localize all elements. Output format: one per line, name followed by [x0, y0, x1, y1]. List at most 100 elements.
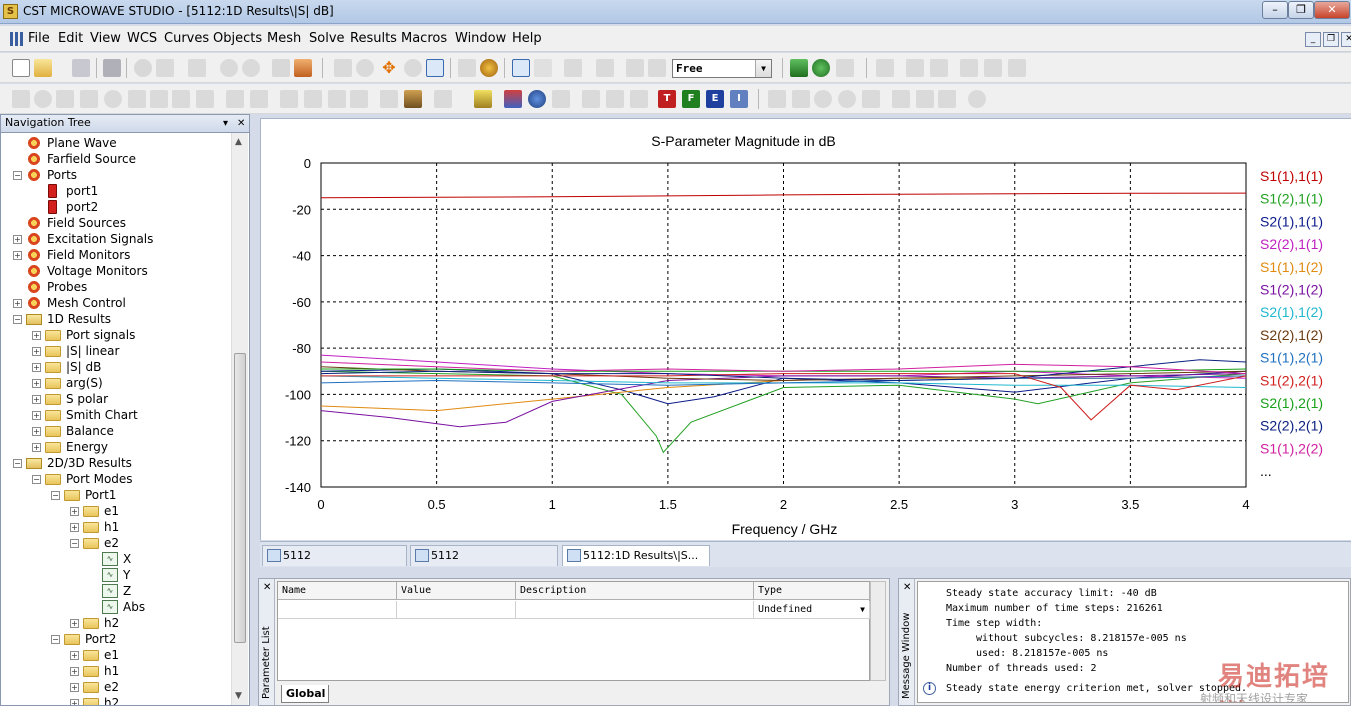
tree-item[interactable]: Voltage Monitors [1, 263, 231, 279]
expand-icon[interactable]: + [70, 507, 79, 516]
print-icon[interactable] [103, 59, 121, 77]
tree-item[interactable]: − Port1 [1, 487, 231, 503]
tab-3d-view[interactable]: 5112 [262, 545, 407, 566]
rotate-icon[interactable] [356, 59, 374, 77]
tab-schematic[interactable]: 5112 [410, 545, 558, 566]
pin-icon[interactable]: ▾ [223, 116, 228, 132]
transform-icon[interactable] [596, 59, 614, 77]
tree-item[interactable]: + h2 [1, 695, 231, 705]
tree-item[interactable]: + Port signals [1, 327, 231, 343]
expand-icon[interactable]: + [32, 411, 41, 420]
cone-icon[interactable] [80, 90, 98, 108]
clear-picks-icon[interactable] [350, 90, 368, 108]
curve-icon[interactable] [876, 59, 894, 77]
circle-icon[interactable] [814, 90, 832, 108]
param-value-cell[interactable] [397, 601, 516, 619]
tree-item[interactable]: − 1D Results [1, 311, 231, 327]
frequency-icon[interactable] [504, 90, 522, 108]
frequency-solver-icon[interactable]: F [682, 90, 700, 108]
boolean-add-icon[interactable] [226, 90, 244, 108]
probe-tool-icon[interactable] [630, 90, 648, 108]
zoom-icon[interactable] [404, 59, 422, 77]
pan-icon[interactable]: ✥ [380, 59, 398, 77]
tree-item[interactable]: ∿ X [1, 551, 231, 567]
close-panel-icon[interactable]: ✕ [903, 582, 911, 593]
trim-icon[interactable] [916, 90, 934, 108]
spline-icon[interactable] [892, 90, 910, 108]
sphere-icon[interactable] [34, 90, 52, 108]
tab-global[interactable]: Global [281, 685, 329, 703]
green-cube-icon[interactable] [790, 59, 808, 77]
zoom-window-icon[interactable] [426, 59, 444, 77]
tree-item[interactable]: − 2D/3D Results [1, 455, 231, 471]
tree-item[interactable]: port1 [1, 183, 231, 199]
param-description-cell[interactable] [516, 601, 754, 619]
measure-icon[interactable] [968, 90, 986, 108]
tree-item[interactable]: + arg(S) [1, 375, 231, 391]
brick-icon[interactable] [12, 90, 30, 108]
time-solver-icon[interactable]: T [658, 90, 676, 108]
collapse-icon[interactable]: − [13, 459, 22, 468]
collapse-icon[interactable]: − [51, 635, 60, 644]
cancel-icon[interactable] [220, 59, 238, 77]
close-panel-icon[interactable]: ✕ [237, 116, 245, 132]
column-header-type[interactable]: Type [754, 582, 870, 600]
mdi-minimize-button[interactable]: _ [1305, 32, 1321, 47]
align-icon[interactable] [906, 59, 924, 77]
parameter-scrollbar[interactable] [870, 581, 886, 681]
cylinder-icon[interactable] [56, 90, 74, 108]
parameter-icon[interactable] [836, 59, 854, 77]
param-type-select[interactable]: Undefined ▼ [754, 601, 870, 619]
tree-item[interactable]: + Smith Chart [1, 407, 231, 423]
maximize-button[interactable]: ❐ [1288, 1, 1314, 19]
solver-icon[interactable] [812, 59, 830, 77]
arc-icon[interactable] [838, 90, 856, 108]
tree-item[interactable]: + |S| dB [1, 359, 231, 375]
menu-file[interactable]: File [28, 31, 50, 46]
tree-item[interactable]: Farfield Source [1, 151, 231, 167]
pick-icon[interactable] [512, 59, 530, 77]
history-icon[interactable] [188, 59, 206, 77]
line-icon[interactable] [768, 90, 786, 108]
expand-icon[interactable]: + [32, 363, 41, 372]
collapse-icon[interactable]: − [13, 315, 22, 324]
polyline-icon[interactable] [792, 90, 810, 108]
param-name-cell[interactable] [278, 601, 397, 619]
close-panel-icon[interactable]: ✕ [263, 582, 271, 593]
tree-item[interactable]: + Energy [1, 439, 231, 455]
mdi-close-button[interactable]: ✕ [1341, 32, 1351, 47]
collapse-icon[interactable]: − [51, 491, 60, 500]
export-icon[interactable] [294, 59, 312, 77]
wcs-icon[interactable] [960, 59, 978, 77]
expand-icon[interactable]: + [13, 251, 22, 260]
tab-1d-results[interactable]: 5112:1D Results\|S... [562, 545, 710, 566]
boundary-icon[interactable] [552, 90, 570, 108]
tree-item[interactable]: − Port Modes [1, 471, 231, 487]
layer-icon[interactable] [648, 59, 666, 77]
menu-window[interactable]: Window [455, 31, 506, 46]
info-icon[interactable] [134, 59, 152, 77]
menu-mesh[interactable]: Mesh [267, 31, 301, 46]
tree-item[interactable]: + Mesh Control [1, 295, 231, 311]
open-folder-icon[interactable] [34, 59, 52, 77]
menu-wcs[interactable]: WCS [127, 31, 157, 46]
properties-icon[interactable] [156, 59, 174, 77]
menu-objects[interactable]: Objects [213, 31, 262, 46]
expand-icon[interactable]: + [70, 667, 79, 676]
torus-icon[interactable] [104, 90, 122, 108]
discrete-port-icon[interactable] [606, 90, 624, 108]
tree-item[interactable]: + h1 [1, 519, 231, 535]
menu-curves[interactable]: Curves [164, 31, 209, 46]
loft-icon[interactable] [172, 90, 190, 108]
local-wcs-icon[interactable] [380, 90, 398, 108]
menu-solve[interactable]: Solve [309, 31, 345, 46]
square-icon[interactable] [938, 90, 956, 108]
tree-item[interactable]: + e2 [1, 679, 231, 695]
new-file-icon[interactable] [12, 59, 30, 77]
menu-edit[interactable]: Edit [58, 31, 83, 46]
column-header-name[interactable]: Name [278, 582, 397, 600]
bend-icon[interactable] [196, 90, 214, 108]
pick-point-icon[interactable] [280, 90, 298, 108]
collapse-icon[interactable]: − [70, 539, 79, 548]
units-icon[interactable] [474, 90, 492, 108]
